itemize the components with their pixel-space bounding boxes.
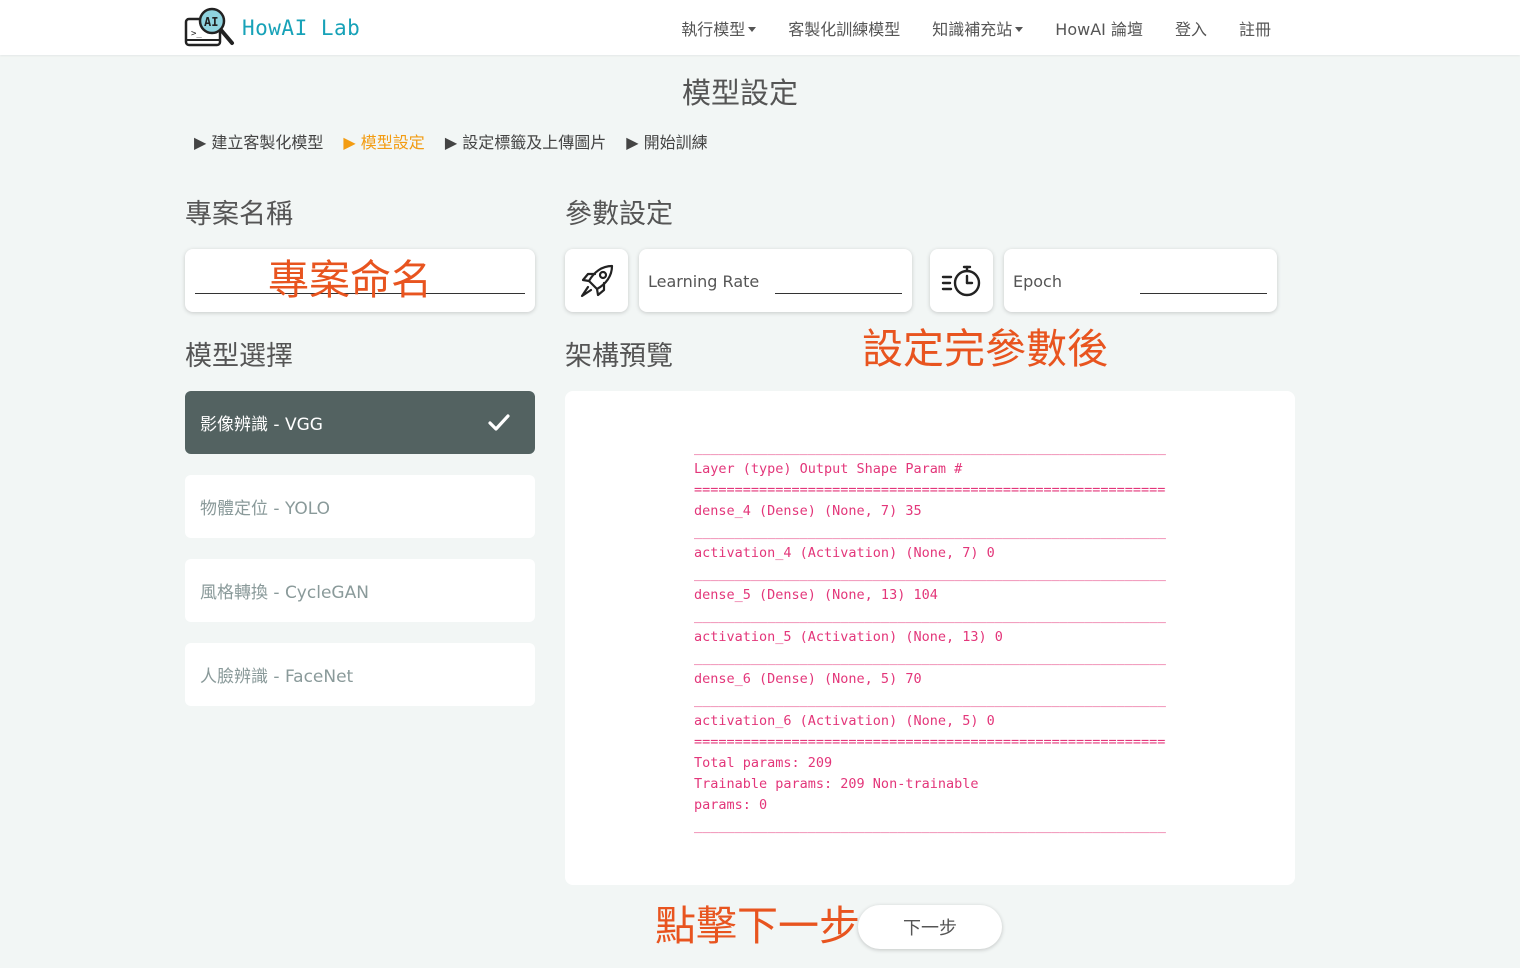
nav-menu: 執行模型 客製化訓練模型 知識補充站 HowAI 論壇 登入 註冊 (649, 0, 1271, 55)
summary-line: ________________________________________… (694, 608, 1166, 624)
navbar: >_ AI HowAI Lab 執行模型 客製化訓練模型 知識補充站 HowAI… (0, 0, 1520, 55)
brand[interactable]: >_ AI HowAI Lab (184, 7, 360, 49)
model-option-facenet[interactable]: 人臉辨識 - FaceNet (185, 643, 535, 706)
nav-item-custom-training[interactable]: 客製化訓練模型 (788, 16, 900, 40)
summary-line: ________________________________________… (694, 692, 1166, 708)
next-step-button[interactable]: 下一步 (858, 905, 1002, 949)
summary-line: activation_5 (Activation) (None, 13) 0 (694, 629, 1003, 645)
params-title: 參數設定 (565, 199, 673, 230)
nav-item-register[interactable]: 註冊 (1239, 16, 1271, 40)
params-annotation: 設定完參數後 (862, 325, 1108, 373)
model-option-label: 影像辨識 - VGG (200, 415, 323, 435)
page-title: 模型設定 (681, 76, 798, 110)
nav-item-login[interactable]: 登入 (1175, 16, 1207, 40)
nav-item-label: 註冊 (1238, 19, 1271, 39)
summary-line: dense_6 (Dense) (None, 5) 70 (694, 671, 922, 687)
summary-line: dense_5 (Dense) (None, 13) 104 (694, 587, 938, 603)
summary-line: params: 0 (694, 797, 768, 813)
learning-rate-field[interactable]: Learning Rate (639, 249, 912, 312)
preview-title: 架構預覽 (565, 341, 673, 372)
nav-item-label: HowAI 論壇 (1055, 19, 1143, 39)
nav-item-label: 執行模型 (681, 19, 746, 39)
summary-line: ________________________________________… (694, 524, 1166, 540)
summary-line: ========================================… (694, 482, 1166, 498)
summary-line: activation_6 (Activation) (None, 5) 0 (694, 713, 995, 729)
magnifier-ai-icon: >_ AI (184, 7, 234, 47)
model-summary: ________________________________________… (694, 438, 1166, 837)
summary-line: ========================================… (694, 734, 1166, 750)
next-annotation: 點擊下一步 (655, 902, 860, 950)
model-option-label: 風格轉換 - CycleGAN (200, 583, 369, 603)
summary-line: dense_4 (Dense) (None, 7) 35 (694, 503, 922, 519)
model-option-label: 人臉辨識 - FaceNet (200, 667, 354, 687)
chevron-down-icon (748, 26, 757, 32)
epoch-input[interactable] (1140, 293, 1267, 294)
rocket-icon (580, 264, 613, 297)
learning-rate-label: Learning Rate (648, 272, 760, 291)
nav-item-label: 客製化訓練模型 (788, 19, 901, 39)
summary-line: Total params: 209 (694, 755, 833, 771)
nav-item-label: 知識補充站 (932, 19, 1013, 39)
learning-rate-input[interactable] (775, 293, 902, 294)
check-icon (488, 414, 510, 431)
epoch-label: Epoch (1013, 272, 1062, 291)
project-name-title: 專案名稱 (185, 199, 293, 230)
chevron-down-icon (1015, 26, 1024, 32)
step-create-model[interactable]: ▶ 建立客製化模型 (194, 129, 323, 153)
timer-icon (941, 265, 980, 296)
nav-item-label: 登入 (1174, 19, 1207, 39)
nav-item-run-model[interactable]: 執行模型 (681, 16, 757, 40)
svg-text:>_: >_ (191, 29, 202, 39)
next-step-label: 下一步 (903, 918, 957, 939)
epoch-field[interactable]: Epoch (1004, 249, 1277, 312)
summary-line: ________________________________________… (694, 566, 1166, 582)
model-option-vgg[interactable]: 影像辨識 - VGG (185, 391, 535, 454)
svg-text:AI: AI (204, 15, 218, 29)
brand-name: HowAI Lab (242, 16, 361, 40)
summary-line: activation_4 (Activation) (None, 7) 0 (694, 545, 995, 561)
step-labels-upload[interactable]: ▶ 設定標籤及上傳圖片 (445, 129, 606, 153)
project-name-annotation: 專案命名 (268, 256, 432, 304)
epoch-icon-card (930, 249, 993, 312)
summary-line: ________________________________________… (694, 818, 1166, 834)
nav-item-knowledge[interactable]: 知識補充站 (932, 16, 1024, 40)
summary-line: ________________________________________… (694, 650, 1166, 666)
nav-item-forum[interactable]: HowAI 論壇 (1055, 16, 1143, 40)
model-select-title: 模型選擇 (185, 341, 293, 372)
summary-line: ________________________________________… (694, 440, 1166, 456)
model-option-yolo[interactable]: 物體定位 - YOLO (185, 475, 535, 538)
step-start-training[interactable]: ▶ 開始訓練 (626, 129, 707, 153)
summary-line: Trainable params: 209 Non-trainable (694, 776, 979, 792)
summary-line: Layer (type) Output Shape Param # (694, 461, 963, 477)
learning-rate-icon-card (565, 249, 628, 312)
model-option-label: 物體定位 - YOLO (200, 499, 331, 519)
model-option-cyclegan[interactable]: 風格轉換 - CycleGAN (185, 559, 535, 622)
step-model-settings[interactable]: ▶ 模型設定 (343, 129, 424, 153)
step-breadcrumb: ▶ 建立客製化模型 ▶ 模型設定 ▶ 設定標籤及上傳圖片 ▶ 開始訓練 (194, 129, 728, 153)
